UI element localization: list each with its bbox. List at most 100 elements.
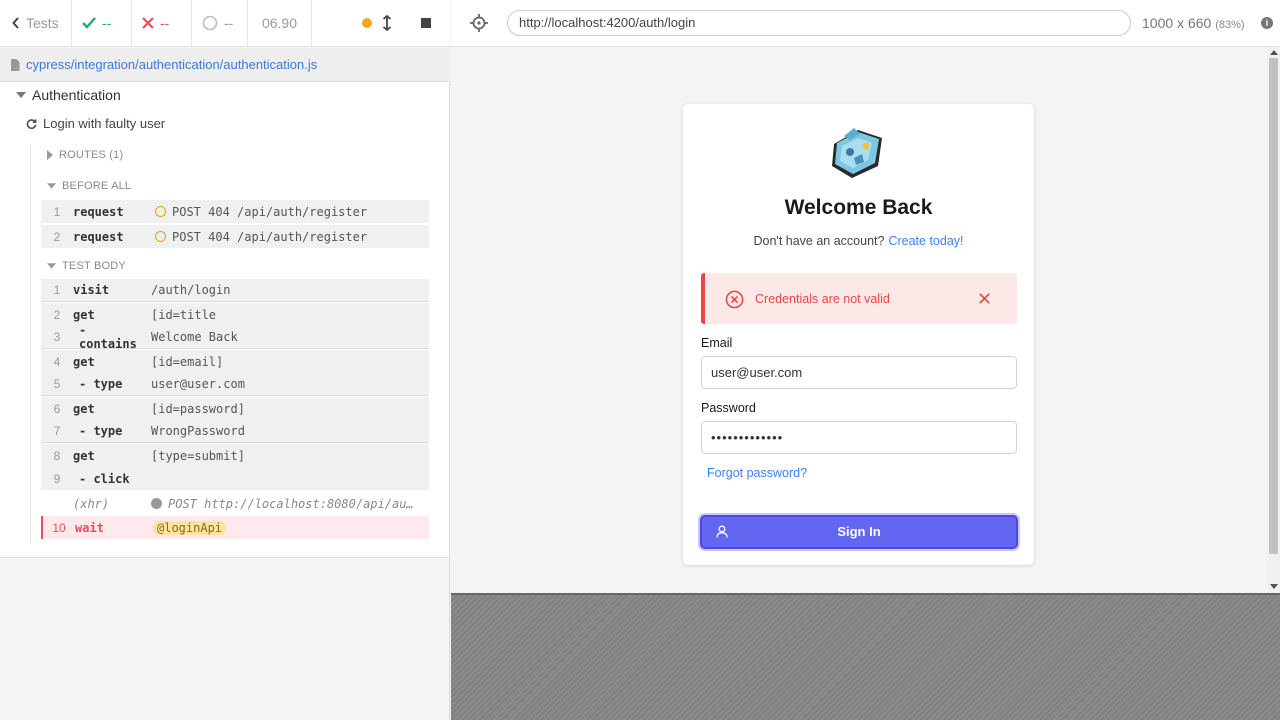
command-number: 1 — [53, 283, 61, 298]
close-icon[interactable] — [977, 291, 992, 306]
selector-playground-icon[interactable] — [469, 13, 489, 33]
info-icon[interactable]: i — [1261, 17, 1273, 29]
user-icon — [716, 525, 728, 538]
url-bar[interactable]: http://localhost:4200/auth/login — [507, 10, 1131, 36]
command-row[interactable]: 7 - type WrongPassword — [41, 420, 429, 444]
test-login-with-faulty-user[interactable]: Login with faulty user — [26, 116, 165, 131]
command-number: 5 — [53, 377, 61, 392]
command-row[interactable]: 9 - click — [41, 467, 429, 491]
signup-prompt: Don't have an account? Create today! — [683, 234, 1034, 248]
email-field[interactable]: user@user.com — [701, 356, 1017, 389]
tests-label: Tests — [26, 15, 59, 31]
command-message-text: POST 404 /api/auth/register — [172, 229, 368, 244]
tests-back-button[interactable]: Tests — [0, 0, 72, 47]
command-name: - contains — [79, 323, 137, 352]
pending-request-icon — [155, 230, 166, 242]
xhr-status-icon — [151, 497, 162, 509]
command-name: visit — [73, 283, 110, 298]
failed-count: -- — [132, 0, 192, 47]
email-label: Email — [701, 336, 733, 350]
caret-down-icon — [47, 183, 56, 189]
before-all-toggle[interactable]: BEFORE ALL — [47, 180, 131, 192]
running-indicator-icon — [362, 18, 372, 28]
command-row[interactable]: 4 get [id=email] — [41, 350, 429, 374]
pending-request-icon — [155, 205, 166, 217]
command-number: 1 — [53, 204, 61, 219]
suite-title: Authentication — [32, 87, 121, 103]
runnables-list: Authentication Login with faulty user RO… — [0, 82, 449, 558]
command-row[interactable]: 1 visit /auth/login — [41, 279, 429, 303]
command-message: @loginApi — [153, 520, 429, 535]
command-row[interactable]: 6 get [id=password] — [41, 397, 429, 421]
command-name: - click — [79, 471, 130, 486]
command-message: Welcome Back — [151, 330, 238, 345]
command-number: 4 — [53, 354, 61, 369]
password-field[interactable]: ••••••••••••• — [701, 421, 1017, 454]
routes-title: ROUTES (1) — [59, 149, 124, 161]
viewport-empty-area — [451, 593, 1280, 720]
test-indent-line — [30, 144, 31, 544]
spec-file-bar: cypress/integration/authentication/authe… — [0, 48, 450, 82]
command-message: [id=title — [151, 307, 217, 322]
command-row[interactable]: 3 - contains Welcome Back — [41, 323, 429, 352]
command-name: - type — [79, 377, 123, 392]
command-message: POST 404 /api/auth/register — [155, 230, 429, 244]
refresh-icon — [26, 119, 37, 129]
command-message: POST http://localhost:8080/api/au… — [151, 497, 429, 511]
scroll-up-arrow-icon[interactable] — [1270, 50, 1278, 55]
failed-value: -- — [160, 15, 170, 31]
command-message: /auth/login — [151, 283, 231, 298]
command-name: get — [73, 448, 95, 463]
auto-scroll-icon[interactable] — [382, 15, 392, 31]
pending-value: -- — [224, 15, 234, 31]
viewport-dimensions: 1000 x 660 — [1142, 15, 1212, 31]
command-name: get — [73, 354, 95, 369]
command-number: 7 — [53, 424, 61, 439]
command-number: 8 — [53, 448, 61, 463]
command-name: wait — [75, 520, 104, 535]
pending-count: -- — [192, 0, 248, 47]
command-name: (xhr) — [73, 496, 110, 511]
pending-circle-icon — [202, 15, 218, 31]
before-all-title: BEFORE ALL — [62, 180, 132, 192]
scroll-down-arrow-icon[interactable] — [1270, 584, 1278, 589]
reporter-header: Tests -- -- -- 06.90 — [0, 0, 450, 47]
command-message: [id=email] — [151, 354, 224, 369]
caret-down-icon — [16, 92, 26, 98]
sign-in-button[interactable]: Sign In — [700, 515, 1018, 549]
test-body-toggle[interactable]: TEST BODY — [47, 260, 126, 272]
command-message: POST 404 /api/auth/register — [155, 205, 429, 219]
create-account-link[interactable]: Create today! — [888, 234, 963, 248]
command-row[interactable]: 1 request POST 404 /api/auth/register — [41, 200, 429, 224]
scrollbar-thumb[interactable] — [1269, 58, 1278, 554]
command-name: get — [73, 401, 95, 416]
command-row[interactable]: 8 get [type=submit] — [41, 444, 429, 468]
file-icon — [11, 58, 20, 71]
error-circle-icon — [725, 290, 744, 309]
run-controls — [312, 0, 450, 47]
page-title: Welcome Back — [784, 196, 933, 219]
test-title: Login with faulty user — [43, 116, 166, 131]
command-row[interactable]: 5 - type user@user.com — [41, 373, 429, 397]
forgot-password-link[interactable]: Forgot password? — [707, 466, 807, 480]
routes-toggle[interactable]: ROUTES (1) — [47, 149, 123, 161]
x-icon — [142, 17, 154, 29]
run-duration: 06.90 — [248, 0, 312, 47]
test-body-title: TEST BODY — [62, 260, 126, 272]
command-number: 6 — [53, 401, 61, 416]
spec-file-link[interactable]: cypress/integration/authentication/authe… — [26, 57, 317, 72]
command-name: - type — [79, 424, 123, 439]
command-row-failed[interactable]: 10 wait @loginApi — [41, 516, 429, 540]
stop-icon[interactable] — [420, 17, 432, 29]
command-message: [id=password] — [151, 401, 245, 416]
caret-right-icon — [47, 150, 53, 160]
xhr-event-row[interactable]: (xhr) POST http://localhost:8080/api/au… — [41, 492, 429, 516]
command-row[interactable]: 2 request POST 404 /api/auth/register — [41, 225, 429, 249]
suite-authentication[interactable]: Authentication — [16, 87, 121, 103]
chevron-left-icon — [12, 17, 19, 29]
command-number: 2 — [53, 307, 61, 322]
signup-prompt-text: Don't have an account? — [753, 234, 885, 248]
command-number: 3 — [53, 330, 61, 345]
command-message-text: POST http://localhost:8080/api/au… — [168, 496, 414, 511]
password-label: Password — [701, 401, 756, 415]
